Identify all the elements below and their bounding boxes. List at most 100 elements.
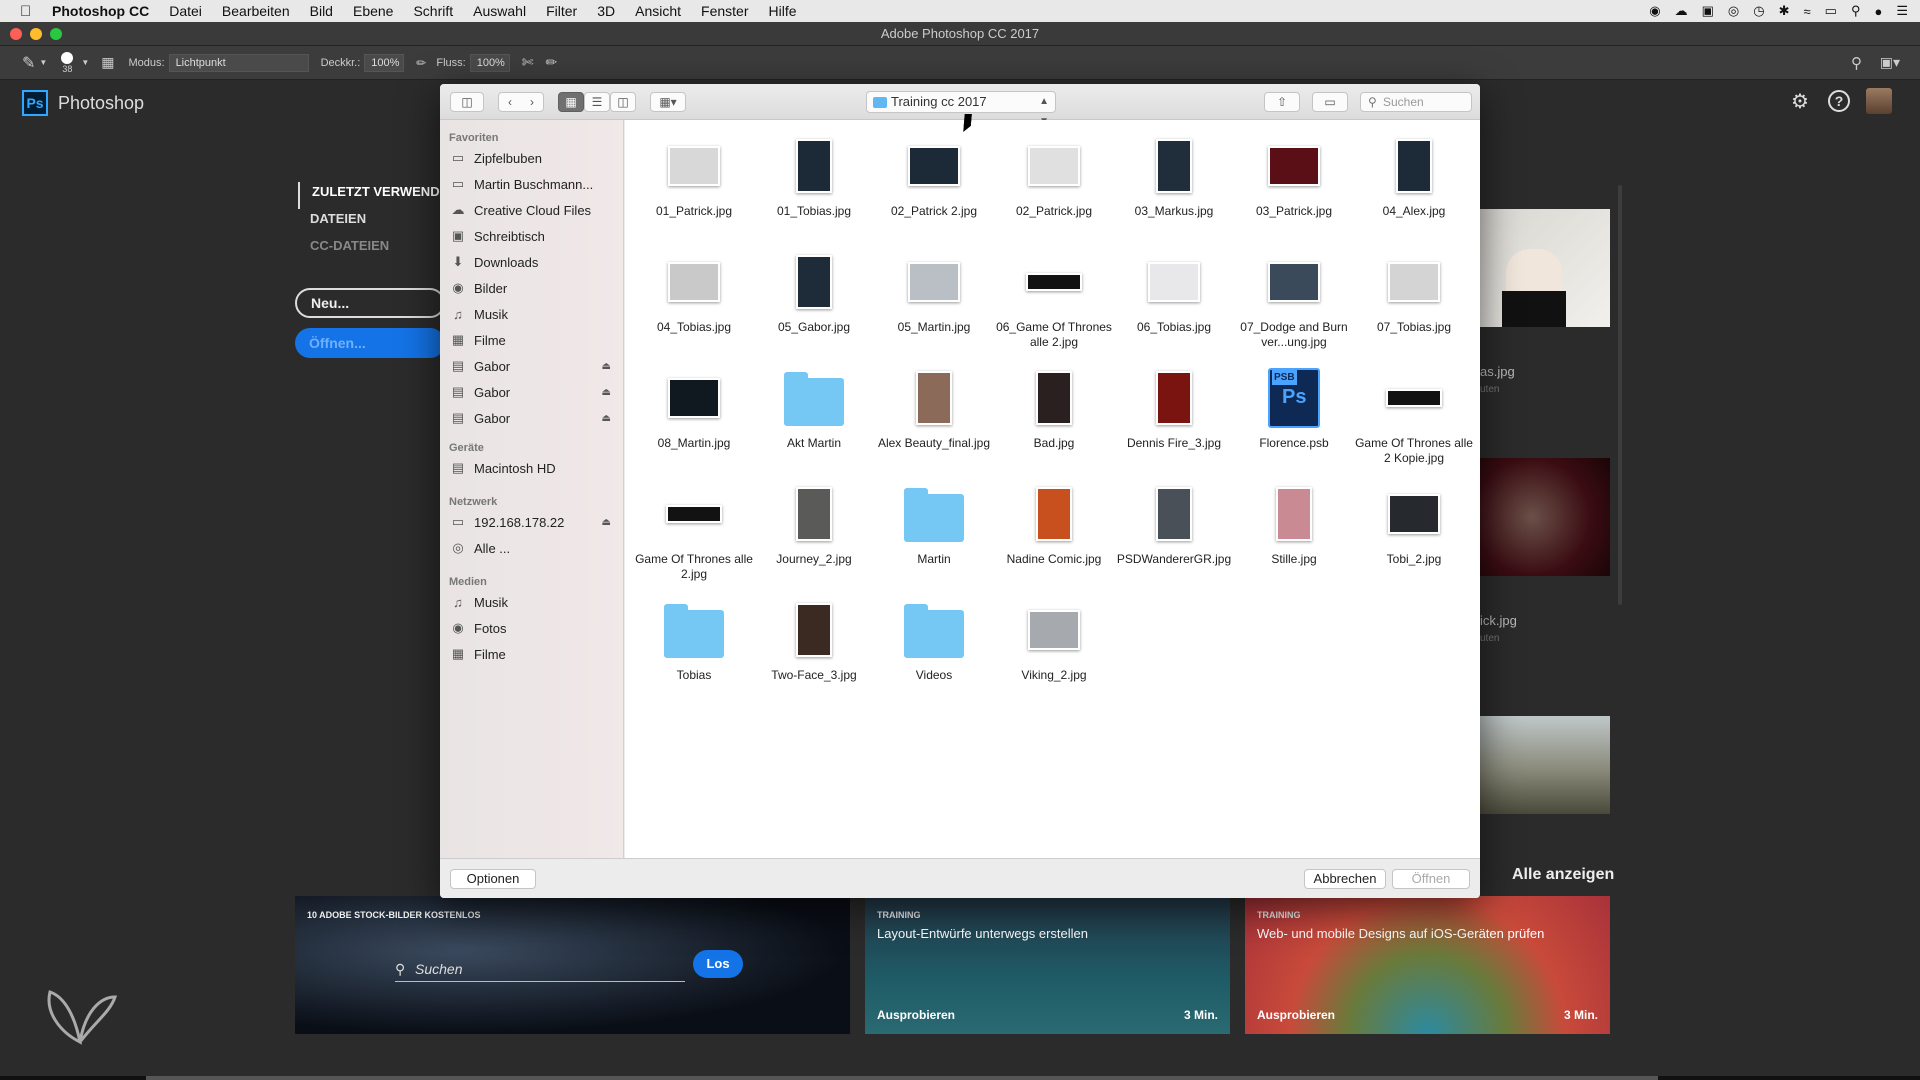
sidebar-item-zipfelbuben[interactable]: ▭ Zipfelbuben [449, 148, 617, 168]
brush-tool-icon[interactable]: ✎ [22, 53, 35, 73]
sidebar-item-gabor-3[interactable]: ▤ Gabor ⏏ [449, 408, 617, 428]
sidebar-item-gabor-2[interactable]: ▤ Gabor ⏏ [449, 382, 617, 402]
sidebar-item-music[interactable]: ♫ Musik [449, 304, 617, 324]
training-card-1[interactable]: TRAINING Layout-Entwürfe unterwegs erste… [865, 896, 1230, 1034]
file-item[interactable]: Game Of Thrones alle 2 Kopie.jpg [1355, 366, 1473, 466]
airplay-icon[interactable]: ▭ [1825, 3, 1837, 19]
dialog-search-input[interactable]: ⚲ Suchen [1360, 92, 1472, 112]
nav-files[interactable]: DATEIEN [298, 209, 456, 236]
eject-icon[interactable]: ⏏ [602, 361, 611, 372]
sidebar-item-creative-cloud[interactable]: ☁ Creative Cloud Files [449, 200, 617, 220]
brush-chevron-icon[interactable]: ▼ [81, 58, 89, 67]
arrange-icon[interactable]: ▦▾ [650, 92, 686, 112]
tag-icon[interactable]: ▭ [1312, 92, 1348, 112]
file-item[interactable]: 05_Gabor.jpg [755, 250, 873, 335]
zoom-window-icon[interactable] [50, 28, 62, 40]
recent-label-2[interactable]: ick.jpg [1480, 613, 1517, 628]
file-item[interactable]: 03_Patrick.jpg [1235, 134, 1353, 219]
file-item[interactable]: 06_Game Of Thrones alle 2.jpg [995, 250, 1113, 350]
siri-icon[interactable]: ● [1874, 4, 1882, 19]
sidebar-item-movies[interactable]: ▦ Filme [449, 330, 617, 350]
stock-search-input[interactable]: ⚲ Suchen [395, 956, 685, 982]
file-item[interactable]: Akt Martin [755, 366, 873, 451]
menu-bild[interactable]: Bild [310, 3, 333, 19]
recent-thumb-2[interactable] [1480, 458, 1610, 576]
mode-select[interactable]: Lichtpunkt [168, 53, 309, 72]
nav-cc-files[interactable]: CC-DATEIEN [298, 236, 456, 263]
menu-hilfe[interactable]: Hilfe [769, 3, 797, 19]
sidebar-item-gabor-1[interactable]: ▤ Gabor ⏏ [449, 356, 617, 376]
workspace-icon[interactable]: ▣▾ [1880, 54, 1900, 71]
bluetooth-icon[interactable]: ✱ [1779, 3, 1790, 19]
menu-datei[interactable]: Datei [169, 3, 202, 19]
open-file-button[interactable]: Öffnen [1392, 869, 1470, 889]
file-item[interactable]: Videos [875, 598, 993, 683]
file-item[interactable]: Journey_2.jpg [755, 482, 873, 567]
eject-icon[interactable]: ⏏ [602, 387, 611, 398]
brush-panel-icon[interactable]: ▦ [101, 54, 114, 71]
sidebar-item-martin[interactable]: ▭ Martin Buschmann... [449, 174, 617, 194]
menu-auswahl[interactable]: Auswahl [473, 3, 526, 19]
training-card-2-cta[interactable]: Ausprobieren [1257, 1008, 1335, 1022]
sidebar-item-media-movies[interactable]: ▦ Filme [449, 644, 617, 664]
menu-ansicht[interactable]: Ansicht [635, 3, 681, 19]
menu-schrift[interactable]: Schrift [413, 3, 453, 19]
time-machine-icon[interactable]: ◷ [1753, 3, 1764, 19]
eject-icon[interactable]: ⏏ [602, 413, 611, 424]
recent-label-1[interactable]: as.jpg [1480, 364, 1515, 379]
file-item[interactable]: 07_Tobias.jpg [1355, 250, 1473, 335]
flow-field[interactable]: 100% [469, 53, 510, 72]
menu-filter[interactable]: Filter [546, 3, 577, 19]
notification-center-icon[interactable]: ☰ [1896, 3, 1908, 19]
new-button[interactable]: Neu... [295, 288, 445, 318]
creative-cloud-icon[interactable]: ☁ [1675, 3, 1688, 19]
airbrush-icon[interactable]: ✄ [522, 54, 534, 71]
file-item[interactable]: Stille.jpg [1235, 482, 1353, 567]
file-item[interactable]: 05_Martin.jpg [875, 250, 993, 335]
sidebar-item-network-host[interactable]: ▭ 192.168.178.22 ⏏ [449, 512, 617, 532]
file-item[interactable]: Martin [875, 482, 993, 567]
recent-scrollbar[interactable] [1618, 185, 1622, 605]
sidebar-item-pictures[interactable]: ◉ Bilder [449, 278, 617, 298]
location-popup[interactable]: Training cc 2017 ▲▼ [866, 91, 1056, 127]
menu-3d[interactable]: 3D [597, 3, 615, 19]
file-item[interactable]: PSDWandererGR.jpg [1115, 482, 1233, 567]
file-item[interactable]: 04_Alex.jpg [1355, 134, 1473, 219]
minimize-window-icon[interactable] [30, 28, 42, 40]
training-card-1-cta[interactable]: Ausprobieren [877, 1008, 955, 1022]
file-item[interactable]: Dennis Fire_3.jpg [1115, 366, 1233, 451]
menu-ebene[interactable]: Ebene [353, 3, 393, 19]
file-item[interactable]: 06_Tobias.jpg [1115, 250, 1233, 335]
list-view-icon[interactable]: ☰ [584, 92, 610, 112]
tool-preset-chevron-icon[interactable]: ▼ [39, 58, 47, 67]
recent-thumb-3[interactable] [1480, 716, 1610, 814]
recent-thumb-1[interactable] [1480, 209, 1610, 327]
menu-app-name[interactable]: Photoshop CC [52, 3, 149, 19]
file-item[interactable]: 01_Tobias.jpg [755, 134, 873, 219]
opacity-field[interactable]: 100% [364, 53, 405, 72]
sidebar-item-downloads[interactable]: ⬇ Downloads [449, 252, 617, 272]
sidebar-item-media-photos[interactable]: ◉ Fotos [449, 618, 617, 638]
stock-search-button[interactable]: Los [693, 950, 743, 978]
close-window-icon[interactable] [10, 28, 22, 40]
open-button[interactable]: Öffnen... [295, 328, 445, 358]
file-item[interactable]: 01_Patrick.jpg [635, 134, 753, 219]
sidebar-item-media-music[interactable]: ♫ Musik [449, 592, 617, 612]
file-item[interactable]: Two-Face_3.jpg [755, 598, 873, 683]
menu-bearbeiten[interactable]: Bearbeiten [222, 3, 290, 19]
file-item[interactable]: 02_Patrick 2.jpg [875, 134, 993, 219]
gear-icon[interactable]: ⚙ [1788, 89, 1812, 113]
size-pressure-icon[interactable]: ✏ [545, 54, 557, 71]
share-icon[interactable]: ⇧ [1264, 92, 1300, 112]
sidebar-item-network-all[interactable]: ◎ Alle ... [449, 538, 617, 558]
file-item[interactable]: Bad.jpg [995, 366, 1113, 451]
spotlight-icon[interactable]: ⚲ [1851, 3, 1861, 19]
icon-view-icon[interactable]: ▦ [558, 92, 584, 112]
forward-icon[interactable]: › [530, 95, 534, 109]
sidebar-item-macintosh-hd[interactable]: ▤ Macintosh HD [449, 458, 617, 478]
eject-icon[interactable]: ⏏ [602, 517, 611, 528]
search-icon[interactable]: ⚲ [1851, 54, 1862, 72]
column-view-icon[interactable]: ◫ [610, 92, 636, 112]
avatar[interactable] [1866, 88, 1892, 114]
training-card-2[interactable]: TRAINING Web- und mobile Designs auf iOS… [1245, 896, 1610, 1034]
